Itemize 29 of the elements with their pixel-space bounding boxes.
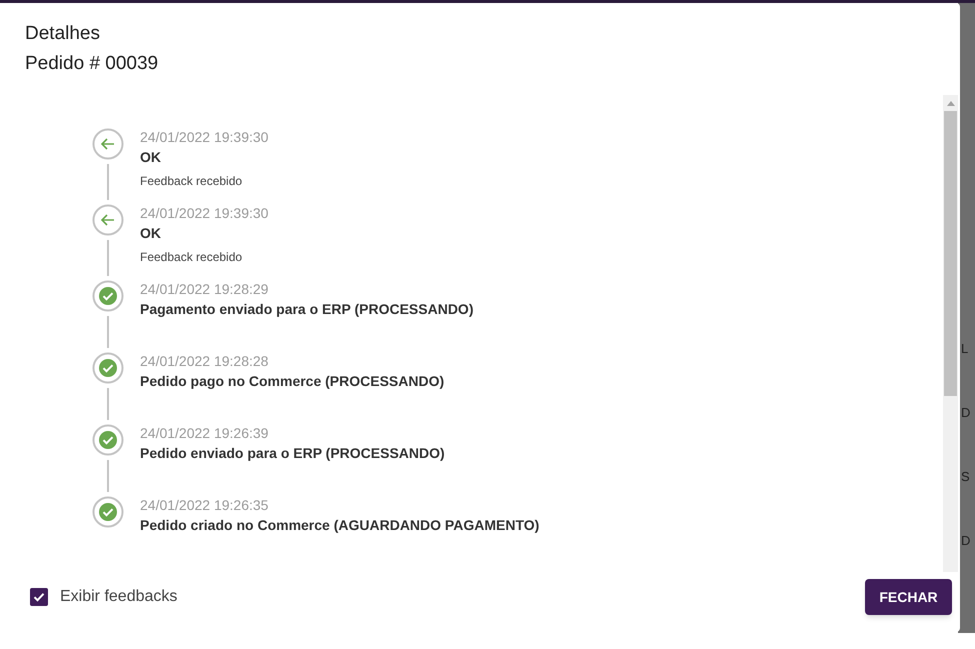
event-title: Pedido enviado para o ERP (PROCESSANDO) (140, 444, 445, 463)
background-text: D (960, 405, 972, 421)
background-text: L (960, 341, 970, 357)
event-time: 24/01/2022 19:26:35 (140, 496, 270, 514)
event-note: Feedback recebido (140, 173, 244, 190)
event-title: Pedido criado no Commerce (AGUARDANDO PAGAMENTO) (140, 516, 540, 535)
checkbox[interactable] (30, 588, 48, 606)
event-title: Pagamento enviado para o ERP (PROCESSANDO) (140, 300, 474, 319)
event-time: 24/01/2022 19:39:30 (140, 204, 268, 222)
event-note: Feedback recebido (140, 249, 244, 266)
check-circle-icon (92, 352, 124, 384)
close-button[interactable]: FECHAR (865, 579, 952, 615)
check-circle-icon (92, 424, 124, 456)
event-title: Pedido pago no Commerce (PROCESSANDO) (140, 372, 444, 391)
dialog-subtitle: Pedido # 00039 (25, 53, 160, 75)
check-icon (32, 590, 46, 604)
event-time: 24/01/2022 19:39:30 (140, 128, 268, 146)
background-text: S (960, 469, 971, 485)
check-circle-icon (92, 496, 124, 528)
check-circle-icon (92, 280, 124, 312)
event-time: 24/01/2022 19:26:39 (140, 424, 270, 442)
event-title: OK (140, 148, 162, 167)
event-time: 24/01/2022 19:28:29 (140, 280, 270, 298)
checkbox-label: Exibir feedbacks (60, 587, 178, 607)
background-text: D (960, 533, 972, 549)
event-time: 24/01/2022 19:28:28 (140, 352, 270, 370)
scroll-up-icon (946, 101, 954, 106)
event-title: OK (140, 224, 162, 243)
dialog-title: Detalhes (25, 23, 101, 45)
